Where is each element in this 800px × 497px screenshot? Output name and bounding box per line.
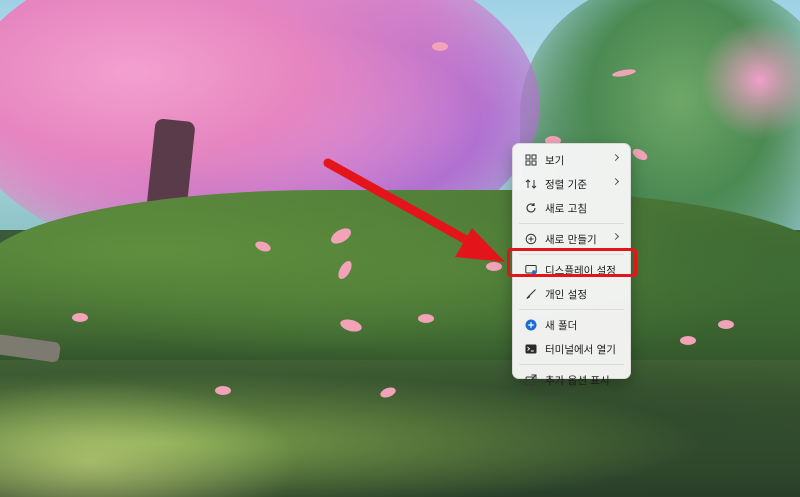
sunlit-grass [0,380,300,497]
new-folder-icon [525,319,537,331]
menu-item-label: 새 폴더 [545,319,578,332]
menu-item-label: 디스플레이 설정 [545,264,616,277]
chevron-right-icon [611,177,620,186]
menu-item-label: 추가 옵션 표시 [545,374,610,387]
menu-item-new-folder[interactable]: 새 폴더 [517,313,626,337]
menu-separator [519,223,624,224]
refresh-icon [525,202,537,214]
petal [718,320,734,329]
menu-item-sort-by[interactable]: 정렬 기준 [517,172,626,196]
petal [680,336,696,345]
menu-item-display-settings[interactable]: 디스플레이 설정 [517,258,626,282]
petal [215,386,231,395]
terminal-icon [525,343,537,355]
menu-separator [519,364,624,365]
menu-item-refresh[interactable]: 새로 고침 [517,196,626,220]
desktop-wallpaper[interactable] [0,0,800,497]
more-options-icon [525,374,537,386]
menu-item-view[interactable]: 보기 [517,148,626,172]
display-settings-icon [525,264,537,276]
chevron-right-icon [611,153,620,162]
petal [418,314,434,323]
menu-item-label: 새로 만들기 [545,233,597,246]
sort-icon [525,178,537,190]
grid-view-icon [525,154,537,166]
menu-item-label: 새로 고침 [545,202,587,215]
menu-separator [519,309,624,310]
menu-item-show-more-options[interactable]: 추가 옵션 표시 [517,368,626,392]
chevron-right-icon [611,232,620,241]
petal [432,42,448,51]
menu-item-label: 보기 [545,154,565,167]
menu-item-new[interactable]: 새로 만들기 [517,227,626,251]
petal [486,262,502,271]
personalize-brush-icon [525,288,537,300]
menu-item-personalize[interactable]: 개인 설정 [517,282,626,306]
menu-item-label: 정렬 기준 [545,178,587,191]
menu-separator [519,254,624,255]
menu-item-label: 개인 설정 [545,288,587,301]
menu-item-label: 터미널에서 열기 [545,343,616,356]
new-plus-icon [525,233,537,245]
menu-item-open-in-terminal[interactable]: 터미널에서 열기 [517,337,626,361]
desktop-context-menu: 보기 정렬 기준 새로 고침 새로 만들기 디스플레이 설정 개인 설정 새 폴… [512,143,631,387]
petal [72,313,88,322]
